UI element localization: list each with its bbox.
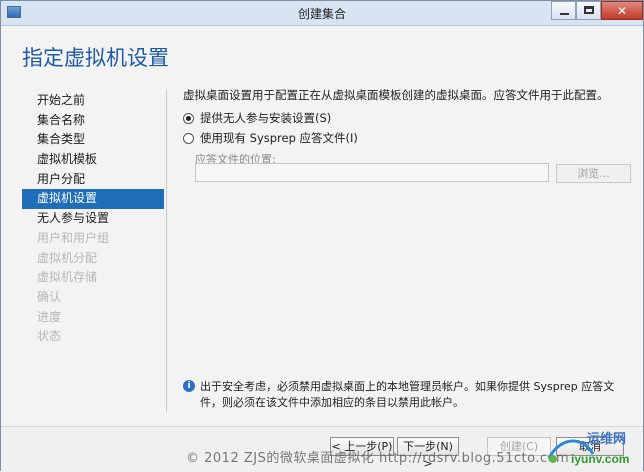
step-progress: 进度	[37, 309, 62, 324]
step-confirmation: 确认	[37, 289, 62, 304]
step-before-you-begin[interactable]: 开始之前	[22, 91, 164, 111]
security-info-note: i 出于安全考虑，必须禁用虚拟桌面上的本地管理员帐户。如果你提供 Sysprep…	[183, 379, 633, 411]
step-vm-storage: 虚拟机存储	[37, 270, 98, 285]
minimize-button[interactable]	[551, 1, 576, 20]
watermark-logo-text: 运维网	[587, 431, 626, 446]
close-button[interactable]: ✕	[601, 1, 643, 20]
watermark-logo: 运维网 iyunv.com	[547, 431, 629, 466]
sysprep-option-label: 使用现有 Sysprep 应答文件(I)	[200, 131, 358, 145]
unattended-radio[interactable]	[183, 112, 194, 124]
unattended-option[interactable]: 提供无人参与安装设置(S)	[183, 110, 331, 126]
minimize-icon	[560, 13, 569, 15]
info-text: 出于安全考虑，必须禁用虚拟桌面上的本地管理员帐户。如果你提供 Sysprep 应…	[200, 380, 615, 409]
maximize-icon	[584, 6, 594, 14]
step-user-assignment[interactable]: 用户分配	[22, 170, 164, 190]
step-results: 状态	[37, 329, 62, 344]
nav-divider	[166, 89, 167, 412]
step-vm-template[interactable]: 虚拟机模板	[22, 150, 164, 170]
watermark-logo-url: iyunv.com	[571, 452, 629, 466]
step-users-and-groups: 用户和用户组	[37, 230, 110, 245]
title-bar[interactable]: 创建集合 ✕	[1, 1, 643, 26]
answer-file-input[interactable]	[195, 163, 549, 182]
settings-content: 虚拟桌面设置用于配置正在从虚拟桌面模板创建的虚拟桌面。应答文件用于此配置。 提供…	[183, 87, 633, 183]
sysprep-radio[interactable]	[183, 132, 194, 144]
description-text: 虚拟桌面设置用于配置正在从虚拟桌面模板创建的虚拟桌面。应答文件用于此配置。	[183, 88, 609, 102]
close-icon: ✕	[616, 4, 628, 18]
wizard-steps-nav: 开始之前 集合名称 集合类型 虚拟机模板 用户分配 虚拟机设置 无人参与设置 用…	[22, 91, 164, 347]
sysprep-option[interactable]: 使用现有 Sysprep 应答文件(I)	[183, 130, 358, 146]
unattended-option-label: 提供无人参与安装设置(S)	[200, 111, 332, 125]
info-icon: i	[183, 380, 195, 392]
page-title: 指定虚拟机设置	[22, 46, 169, 70]
maximize-button[interactable]	[576, 1, 601, 20]
watermark-text: © 2012 ZJS的微软桌面虚拟化 http://rdsrv.blog.51c…	[186, 451, 570, 466]
window-title: 创建集合	[297, 7, 346, 21]
step-collection-name[interactable]: 集合名称	[22, 111, 164, 131]
step-vm-settings[interactable]: 虚拟机设置	[22, 189, 164, 210]
browse-button[interactable]: 浏览...	[556, 164, 631, 183]
create-collection-window: 创建集合 ✕ 指定虚拟机设置 开始之前 集合名称 集合类型 虚拟机模板 用户分配…	[0, 0, 644, 472]
step-collection-type[interactable]: 集合类型	[22, 130, 164, 150]
step-vm-allocation: 虚拟机分配	[37, 250, 98, 265]
step-unattended-settings[interactable]: 无人参与设置	[22, 209, 164, 229]
